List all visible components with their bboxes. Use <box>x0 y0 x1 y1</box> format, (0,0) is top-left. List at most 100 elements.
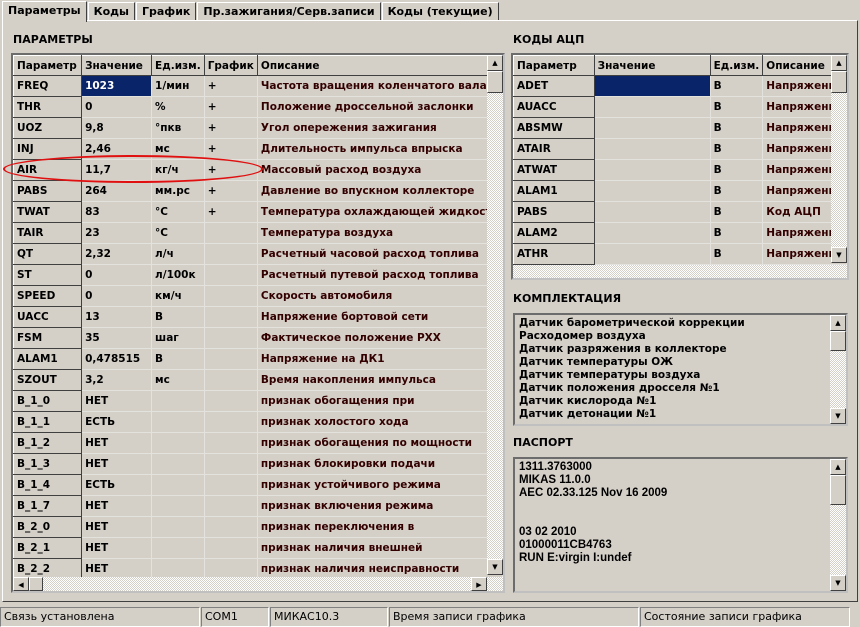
table-cell[interactable]: B_1_0 <box>13 390 83 412</box>
table-row[interactable]: B_1_2 НЕТ признак обогащения по мощности <box>13 432 503 454</box>
table-cell[interactable]: В <box>710 159 764 181</box>
table-cell[interactable]: °пкв <box>151 117 205 139</box>
passport-text[interactable]: 1311.3763000 MIKAS 11.0.0 AEC 02.33.125 No… <box>513 457 848 593</box>
table-cell[interactable] <box>151 516 205 538</box>
table-cell[interactable] <box>594 75 711 97</box>
table-cell[interactable] <box>204 327 258 349</box>
table-cell[interactable]: л/ч <box>151 243 205 265</box>
table-cell[interactable]: В <box>710 96 764 118</box>
table-cell[interactable]: признак обогащения при <box>257 390 503 412</box>
table-cell[interactable]: В <box>710 138 764 160</box>
table-cell[interactable]: 13 <box>81 306 153 328</box>
table-cell[interactable]: Положение дроссельной заслонки <box>257 96 503 118</box>
table-cell[interactable] <box>151 432 205 454</box>
column-header[interactable]: Ед.изм. <box>709 55 764 76</box>
table-cell[interactable]: + <box>204 201 258 223</box>
table-cell[interactable]: Напряжение на ДК1 <box>257 348 503 370</box>
scroll-thumb[interactable] <box>831 71 847 93</box>
table-cell[interactable]: признак переключения в <box>257 516 503 538</box>
scroll-up-icon[interactable]: ▲ <box>830 315 846 331</box>
table-cell[interactable]: л/100к <box>151 264 205 286</box>
table-cell[interactable]: 2,46 <box>81 138 153 160</box>
tab-codes[interactable]: Коды <box>87 2 135 21</box>
table-row[interactable]: SPEED 0 км/ч Скорость автомобиля <box>13 285 503 307</box>
table-row[interactable]: ATAIR В Напряжение <box>513 138 847 160</box>
table-cell[interactable]: В <box>710 180 764 202</box>
table-cell[interactable]: THR <box>13 96 83 118</box>
table-cell[interactable]: 11,7 <box>81 159 153 181</box>
table-row[interactable]: TWAT 83 °С + Температура охлаждающей жидкост… <box>13 201 503 223</box>
table-cell[interactable]: В <box>710 201 764 223</box>
table-cell[interactable] <box>151 495 205 517</box>
table-cell[interactable]: Напряжение бортовой сети <box>257 306 503 328</box>
table-row[interactable]: FREQ 1023 1/мин + Частота вращения коленчато… <box>13 75 503 97</box>
table-cell[interactable]: НЕТ <box>81 432 153 454</box>
table-cell[interactable]: Давление во впускном коллекторе <box>257 180 503 202</box>
table-cell[interactable]: 9,8 <box>81 117 153 139</box>
table-row[interactable]: PABS В Код АЦП <box>513 201 847 223</box>
scroll-left-icon[interactable]: ◀ <box>13 577 29 591</box>
table-cell[interactable]: Длительность импульса впрыска <box>257 138 503 160</box>
table-cell[interactable] <box>204 306 258 328</box>
table-cell[interactable] <box>204 369 258 391</box>
table-cell[interactable]: 0 <box>81 285 153 307</box>
table-cell[interactable]: AIR <box>13 159 83 181</box>
table-row[interactable]: B_1_3 НЕТ признак блокировки подачи <box>13 453 503 475</box>
table-cell[interactable]: Скорость автомобиля <box>257 285 503 307</box>
table-cell[interactable]: признак устойчивого режима <box>257 474 503 496</box>
table-cell[interactable]: 23 <box>81 222 153 244</box>
adc-hscroll[interactable] <box>513 265 847 278</box>
table-row[interactable]: PABS 264 мм.рс + Давление во впускном коллек… <box>13 180 503 202</box>
scroll-up-icon[interactable]: ▲ <box>831 55 847 71</box>
column-header[interactable]: Параметр <box>513 55 595 76</box>
table-cell[interactable]: INJ <box>13 138 83 160</box>
table-cell[interactable] <box>151 474 205 496</box>
table-row[interactable]: AIR 11,7 кг/ч + Массовый расход воздуха <box>13 159 503 181</box>
table-cell[interactable]: 0 <box>81 96 153 118</box>
table-row[interactable]: ATWAT В Напряжение <box>513 159 847 181</box>
params-hscroll[interactable] <box>13 577 503 591</box>
table-cell[interactable] <box>594 243 711 265</box>
column-header[interactable]: Описание <box>256 55 503 76</box>
table-cell[interactable]: Расчетный часовой расход топлива <box>257 243 503 265</box>
scroll-up-icon[interactable]: ▲ <box>830 459 846 475</box>
table-cell[interactable]: В <box>151 306 205 328</box>
table-cell[interactable] <box>594 201 711 223</box>
table-cell[interactable] <box>594 138 711 160</box>
table-cell[interactable]: Расчетный путевой расход топлива <box>257 264 503 286</box>
table-cell[interactable]: ADET <box>513 75 595 97</box>
table-cell[interactable]: признак обогащения по мощности <box>257 432 503 454</box>
table-cell[interactable] <box>204 264 258 286</box>
table-cell[interactable]: UOZ <box>13 117 83 139</box>
table-row[interactable]: SZOUT 3,2 мс Время накопления импульса <box>13 369 503 391</box>
column-header[interactable]: Значение <box>593 55 711 76</box>
table-cell[interactable]: В <box>710 243 764 265</box>
hscroll-thumb[interactable] <box>29 577 43 591</box>
scroll-down-icon[interactable]: ▼ <box>830 408 846 424</box>
table-cell[interactable]: 35 <box>81 327 153 349</box>
table-cell[interactable]: UACC <box>13 306 83 328</box>
table-cell[interactable]: ATWAT <box>513 159 595 181</box>
list-item[interactable]: Датчик температуры воздуха <box>519 369 842 382</box>
table-row[interactable]: B_1_7 НЕТ признак включения режима <box>13 495 503 517</box>
table-cell[interactable]: QT <box>13 243 83 265</box>
params-vscroll[interactable] <box>487 55 503 575</box>
table-cell[interactable] <box>204 537 258 559</box>
table-cell[interactable] <box>204 348 258 370</box>
table-cell[interactable] <box>151 411 205 433</box>
table-cell[interactable]: ATHR <box>513 243 595 265</box>
table-cell[interactable]: ST <box>13 264 83 286</box>
table-cell[interactable]: °С <box>151 201 205 223</box>
list-item[interactable]: Датчик положения дросселя №1 <box>519 382 842 395</box>
table-cell[interactable]: НЕТ <box>81 495 153 517</box>
table-cell[interactable]: признак блокировки подачи <box>257 453 503 475</box>
table-cell[interactable]: + <box>204 75 258 97</box>
table-cell[interactable] <box>204 243 258 265</box>
table-cell[interactable]: B_1_3 <box>13 453 83 475</box>
table-row[interactable]: AUACC В Напряжение <box>513 96 847 118</box>
table-row[interactable]: B_1_4 ЕСТЬ признак устойчивого режима <box>13 474 503 496</box>
table-row[interactable]: ALAM1 0,478515 В Напряжение на ДК1 <box>13 348 503 370</box>
table-row[interactable]: INJ 2,46 мс + Длительность импульса впрыска <box>13 138 503 160</box>
tab-ignition-service[interactable]: Пр.зажигания/Серв.записи <box>197 2 381 21</box>
table-cell[interactable]: НЕТ <box>81 516 153 538</box>
